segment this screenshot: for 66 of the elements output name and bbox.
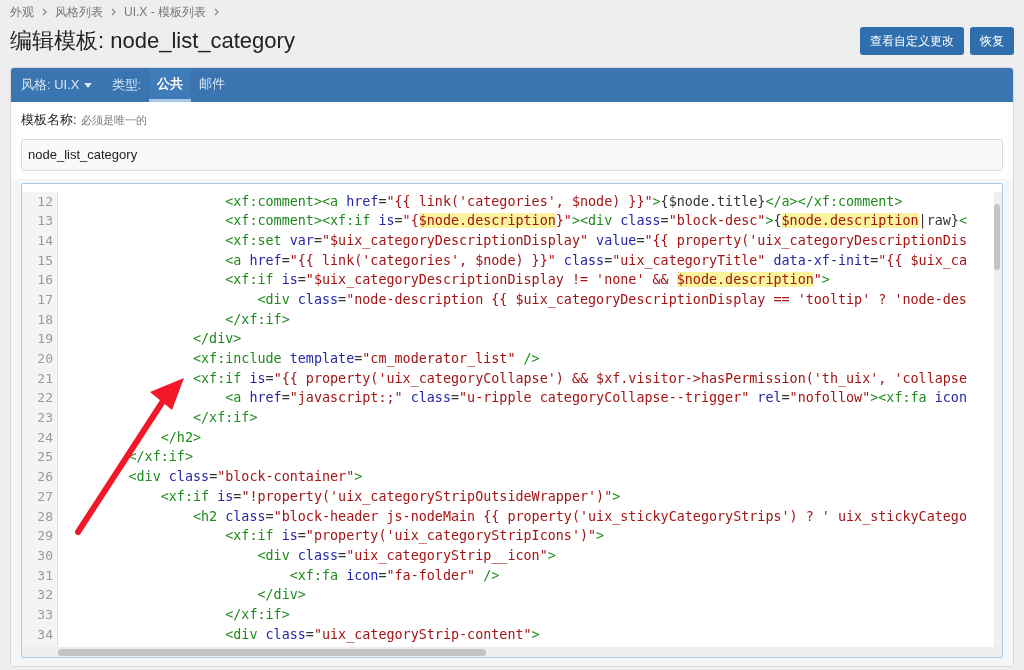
header-button[interactable]: 恢复 [970, 26, 1014, 55]
line-number: 21 [37, 369, 53, 388]
code-line: </xf:if> [224, 310, 291, 329]
type-tab[interactable]: 邮件 [191, 68, 234, 102]
chevron-icon [214, 8, 219, 16]
code-line: <xf:include template="cm_moderator_list" /> [192, 350, 541, 369]
line-number: 20 [37, 350, 53, 368]
code-line: <xf:comment><a href="{{ link('categories', $node) }}">{$node.title}</a></xf:comment> [224, 192, 904, 211]
line-number: 30 [37, 546, 53, 565]
field-label: 模板名称: [21, 111, 77, 129]
breadcrumb-link[interactable]: 风格列表 [55, 3, 103, 21]
line-number: 24 [37, 428, 53, 447]
line-number: 14 [37, 231, 53, 250]
code-line: <div class="node-description {{ $uix_categoryDescriptionDisplay == 'tooltip' ? 'node-des [256, 290, 968, 310]
line-number: 34 [37, 625, 53, 644]
code-line: </xf:if> [127, 448, 194, 467]
line-number: 31 [37, 566, 53, 585]
line-number: 19 [37, 330, 53, 349]
code-line: <div class="uix_categoryStrip__icon"> [256, 546, 557, 566]
template-name-field[interactable]: node_list_category [21, 138, 1003, 171]
breadcrumb-link[interactable]: UI.X - 模板列表 [124, 3, 206, 21]
code-line: <a href="javascript:;" class="u-ripple categoryCollapse--trigger" rel="nofollow"><xf:fa icon [224, 389, 968, 408]
code-line: </xf:if> [192, 409, 259, 428]
page-title: 编辑模板: node_list_category [10, 27, 295, 55]
line-number: 23 [37, 409, 53, 428]
code-line: <xf:if is="{{ property('uix_categoryCollapse') && $xf.visitor->hasPermission('th_uix', 'collapse [192, 369, 968, 389]
chevron-icon [42, 8, 47, 16]
line-number: 16 [37, 271, 53, 290]
code-line: <h2 class="block-header js-nodeMain {{ property('uix_stickyCategoryStrips') ? ' uix_stickyCatego [192, 507, 968, 527]
line-number: 13 [37, 212, 53, 231]
line-number: 33 [37, 605, 53, 624]
style-dropdown[interactable]: 风格: UI.X [21, 68, 104, 102]
type-label: 类型: [110, 76, 143, 95]
caret-icon [83, 82, 92, 88]
code-line: <div class="block-container"> [127, 468, 364, 487]
breadcrumb-link[interactable]: 外观 [10, 3, 34, 21]
line-number: 25 [37, 448, 53, 467]
line-number: 32 [37, 586, 53, 605]
code-line: <xf:if is="$uix_categoryDescriptionDisplay != 'none' && $node.description"> [224, 271, 831, 290]
line-number: 15 [37, 251, 53, 270]
line-number: 18 [37, 310, 53, 329]
header-button[interactable]: 查看自定义更改 [860, 26, 964, 55]
code-editor[interactable] [21, 182, 1003, 658]
code-line: <xf:fa icon="fa-folder" /> [288, 566, 501, 585]
code-line: <xf:set var="$uix_categoryDescriptionDisplay" value="{{ property('uix_categoryDescriptionDis [224, 231, 968, 251]
code-line: <div class="uix_categoryStrip-content"> [224, 625, 541, 645]
code-line: <xf:if is="property('uix_categoryStripIcons')"> [224, 527, 606, 546]
field-hint: 必须是唯一的 [80, 113, 147, 128]
line-number: 22 [37, 389, 53, 408]
code-line: <xf:if is="!property('uix_categoryStripOutsideWrapper')"> [159, 487, 622, 507]
line-number: 28 [37, 507, 53, 526]
line-number: 26 [37, 468, 53, 487]
vertical-scrollbar[interactable] [994, 191, 1002, 647]
line-number: 12 [37, 192, 53, 211]
line-number: 17 [37, 290, 53, 309]
line-number: 27 [37, 487, 53, 506]
chevron-icon [111, 8, 116, 16]
code-line: </h2> [159, 428, 203, 447]
code-line: </div> [256, 586, 307, 605]
code-line: <xf:comment><xf:if is="{$node.description}"><div class="block-desc">{$node.description|raw}< [224, 212, 968, 231]
line-number: 29 [37, 527, 53, 546]
code-line: </div> [192, 330, 243, 349]
code-line: <a href="{{ link('categories', $node) }}" class="uix_categoryTitle" data-xf-init="{{ $uix_ca [224, 251, 968, 271]
type-tab[interactable]: 公共 [149, 68, 192, 102]
code-line: </xf:if> [224, 605, 291, 624]
horizontal-scrollbar[interactable] [22, 647, 1002, 657]
